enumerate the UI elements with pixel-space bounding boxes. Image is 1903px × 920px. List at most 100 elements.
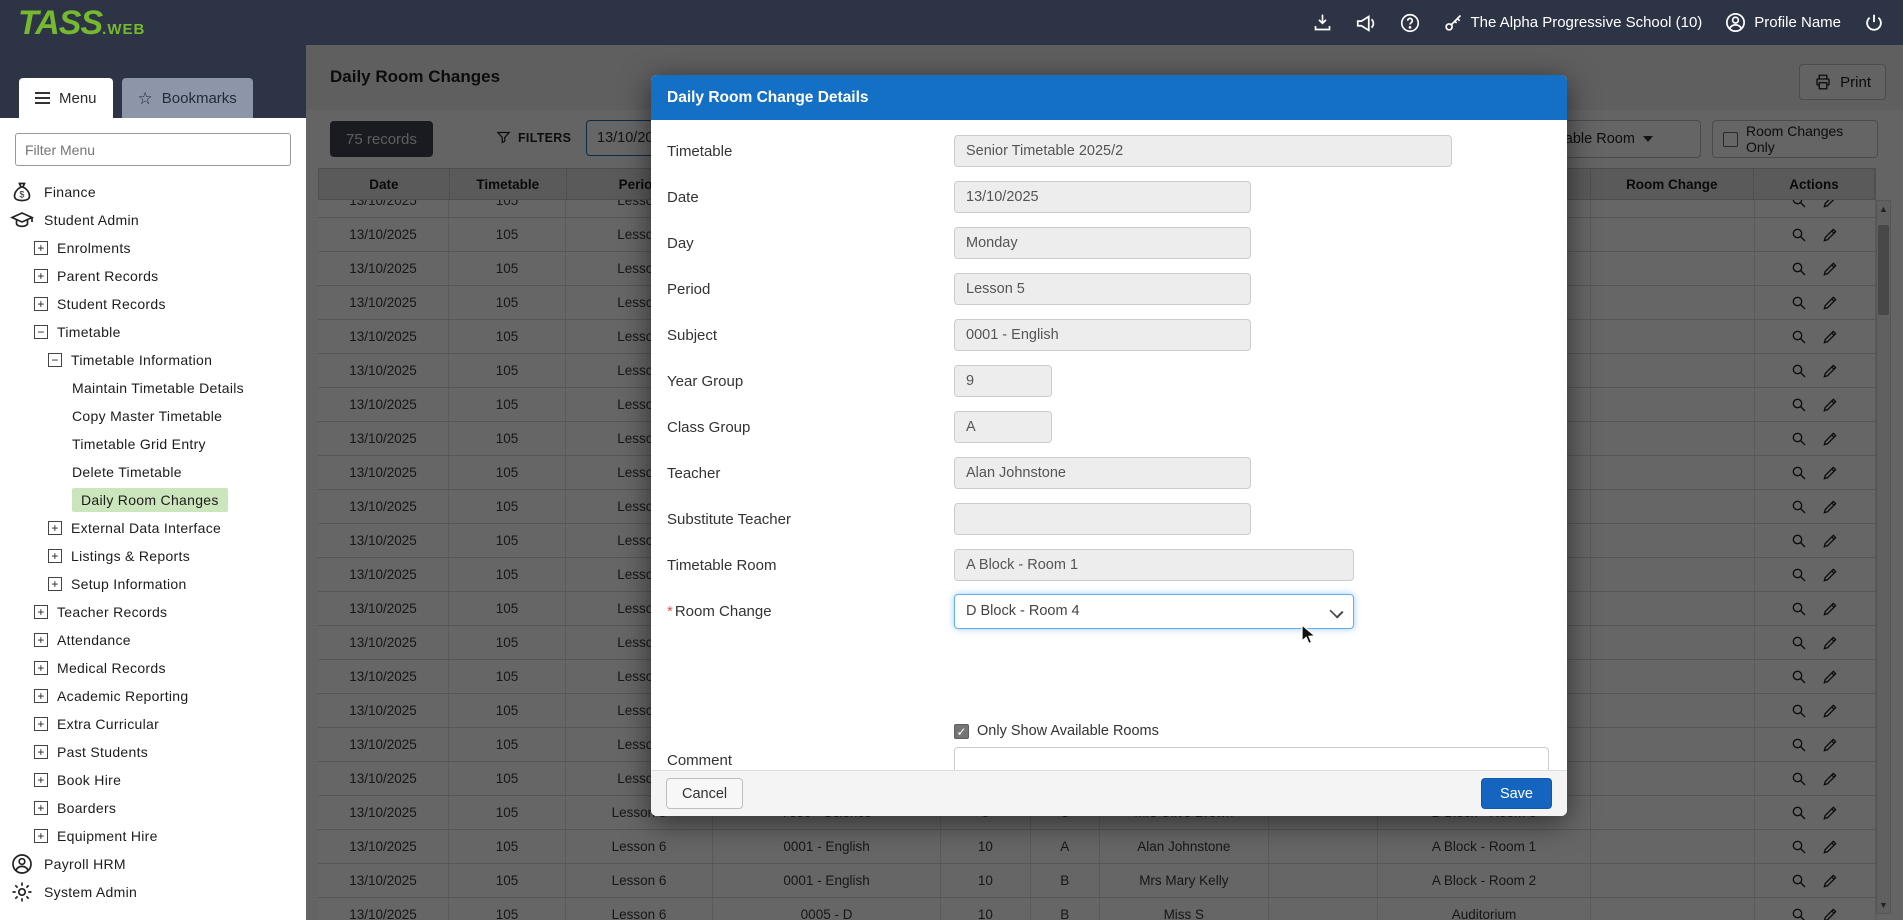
school-switcher[interactable]: The Alpha Progressive School (10) (1443, 12, 1703, 33)
sidebar-item-boarders[interactable]: + Boarders (0, 794, 306, 822)
sidebar-item-label: Timetable Grid Entry (72, 436, 206, 452)
only-show-available-rooms[interactable]: ✓ Only Show Available Rooms (954, 723, 1159, 739)
expand-icon[interactable]: + (34, 745, 48, 759)
expand-icon[interactable]: + (34, 269, 48, 283)
sidebar-item-past-students[interactable]: +Past Students (0, 738, 306, 766)
sidebar-item-listings-reports[interactable]: + Listings & Reports (0, 542, 306, 570)
sidebar-item-timetable-grid-entry[interactable]: Timetable Grid Entry (0, 430, 306, 458)
sidebar-item-label: Setup Information (71, 576, 187, 592)
sidebar-item-label: Copy Master Timetable (72, 408, 222, 424)
collapse-icon[interactable]: − (48, 353, 62, 367)
field-row-substitute-teacher: Substitute Teacher (651, 503, 1567, 535)
sidebar-item-book-hire[interactable]: + Book Hire (0, 766, 306, 794)
sidebar-item-payroll-hrm[interactable]: Payroll HRM (0, 850, 306, 878)
field-label: *Room Change (651, 603, 954, 620)
expand-icon[interactable]: + (34, 829, 48, 843)
field-row-class-group: Class GroupA (651, 411, 1567, 443)
tab-bookmarks[interactable]: ☆ Bookmarks (122, 78, 253, 118)
sidebar-item-maintain-timetable-details[interactable]: Maintain Timetable Details (0, 374, 306, 402)
sidebar-item-extra-curricular[interactable]: +Extra Curricular (0, 710, 306, 738)
field-label: Timetable (651, 143, 954, 160)
menu-filter-input[interactable] (15, 133, 291, 166)
comment-label: Comment (667, 752, 732, 769)
sidebar-item-daily-room-changes[interactable]: Daily Room Changes (0, 486, 306, 514)
sidebar-item-timetable[interactable]: −Timetable (0, 318, 306, 346)
expand-icon[interactable]: + (34, 241, 48, 255)
download-icon[interactable] (1312, 12, 1333, 33)
field-row-year-group: Year Group9 (651, 365, 1567, 397)
expand-icon[interactable]: + (34, 689, 48, 703)
app-root: The Alpha Progressive School (10) Profil… (0, 0, 1903, 920)
expand-icon[interactable]: + (34, 773, 48, 787)
modal-header: Daily Room Change Details (651, 75, 1567, 120)
sidebar-item-academic-reporting[interactable]: +Academic Reporting (0, 682, 306, 710)
expand-icon[interactable]: + (48, 577, 62, 591)
sidebar-item-parent-records[interactable]: + Parent Records (0, 262, 306, 290)
sidebar-item-delete-timetable[interactable]: Delete Timetable (0, 458, 306, 486)
available-rooms-checkbox[interactable]: ✓ (954, 724, 969, 739)
expand-icon[interactable]: + (34, 717, 48, 731)
chevron-down-icon (1329, 604, 1343, 618)
sidebar-item-teacher-records[interactable]: +Teacher Records (0, 598, 306, 626)
sidebar-item-attendance[interactable]: +Attendance (0, 626, 306, 654)
day-input: Monday (954, 227, 1251, 259)
expand-icon[interactable]: + (34, 661, 48, 675)
logout-icon[interactable] (1863, 12, 1885, 34)
sidebar-item-enrolments[interactable]: +Enrolments (0, 234, 306, 262)
expand-icon[interactable]: + (34, 633, 48, 647)
help-icon[interactable] (1399, 12, 1421, 34)
sidebar-item-external-data-interface[interactable]: + External Data Interface (0, 514, 306, 542)
field-label: Day (651, 235, 954, 252)
sidebar-item-system-admin[interactable]: System Admin (0, 878, 306, 906)
cancel-button[interactable]: Cancel (666, 778, 743, 809)
field-row-subject: Subject0001 - English (651, 319, 1567, 351)
sidebar-item-label: Payroll HRM (44, 856, 126, 872)
sidebar-item-copy-master-timetable[interactable]: Copy Master Timetable (0, 402, 306, 430)
sidebar-item-label: Maintain Timetable Details (72, 380, 244, 396)
sidebar-item-student-records[interactable]: +Student Records (0, 290, 306, 318)
sidebar-item-label: External Data Interface (71, 520, 221, 536)
profile-name: Profile Name (1754, 14, 1841, 31)
expand-icon[interactable]: + (34, 801, 48, 815)
modal-footer: Cancel Save (651, 770, 1567, 816)
room-change-select[interactable]: D Block - Room 4 (954, 594, 1354, 629)
timetable-input: Senior Timetable 2025/2 (954, 135, 1452, 167)
sidebar-item-label: Boarders (57, 800, 116, 816)
sidebar-item-label: Timetable Information (71, 352, 212, 368)
tab-menu[interactable]: Menu (19, 78, 113, 118)
announcements-icon[interactable] (1355, 12, 1377, 34)
expand-icon[interactable]: + (34, 297, 48, 311)
sidebar-item-timetable-information[interactable]: −Timetable Information (0, 346, 306, 374)
sidebar-item-student-admin[interactable]: Student Admin (0, 206, 306, 234)
date-input: 13/10/2025 (954, 181, 1251, 213)
sidebar-item-equipment-hire[interactable]: + Equipment Hire (0, 822, 306, 850)
sidebar-item-label: Book Hire (57, 772, 121, 788)
substitute-teacher-input (954, 503, 1251, 535)
sidebar-item-label: Equipment Hire (57, 828, 158, 844)
collapse-icon[interactable]: − (34, 325, 48, 339)
sidebar-item-label: Parent Records (57, 268, 158, 284)
save-button[interactable]: Save (1481, 778, 1552, 809)
sidebar-item-medical-records[interactable]: +Medical Records (0, 654, 306, 682)
field-row-teacher: TeacherAlan Johnstone (651, 457, 1567, 489)
modal-title: Daily Room Change Details (651, 89, 869, 107)
sidebar-item-setup-information[interactable]: + Setup Information (0, 570, 306, 598)
expand-icon[interactable]: + (48, 521, 62, 535)
hamburger-icon (35, 92, 50, 104)
field-label: Timetable Room (651, 557, 954, 574)
expand-icon[interactable]: + (34, 605, 48, 619)
profile-menu[interactable]: Profile Name (1724, 11, 1841, 34)
field-label: Substitute Teacher (651, 511, 954, 528)
sidebar-item-label: Student Admin (44, 212, 139, 228)
sidebar-item-label: Finance (44, 184, 96, 200)
svg-text:$: $ (19, 190, 24, 200)
sidebar-item-finance[interactable]: $ Finance (0, 178, 306, 206)
sidebar-item-label: Listings & Reports (71, 548, 190, 564)
required-asterisk: * (667, 603, 673, 620)
moneybag-icon: $ (10, 180, 34, 204)
field-label: Class Group (651, 419, 954, 436)
field-label: Year Group (651, 373, 954, 390)
star-icon: ☆ (138, 90, 153, 107)
year-group-input: 9 (954, 365, 1052, 397)
expand-icon[interactable]: + (48, 549, 62, 563)
